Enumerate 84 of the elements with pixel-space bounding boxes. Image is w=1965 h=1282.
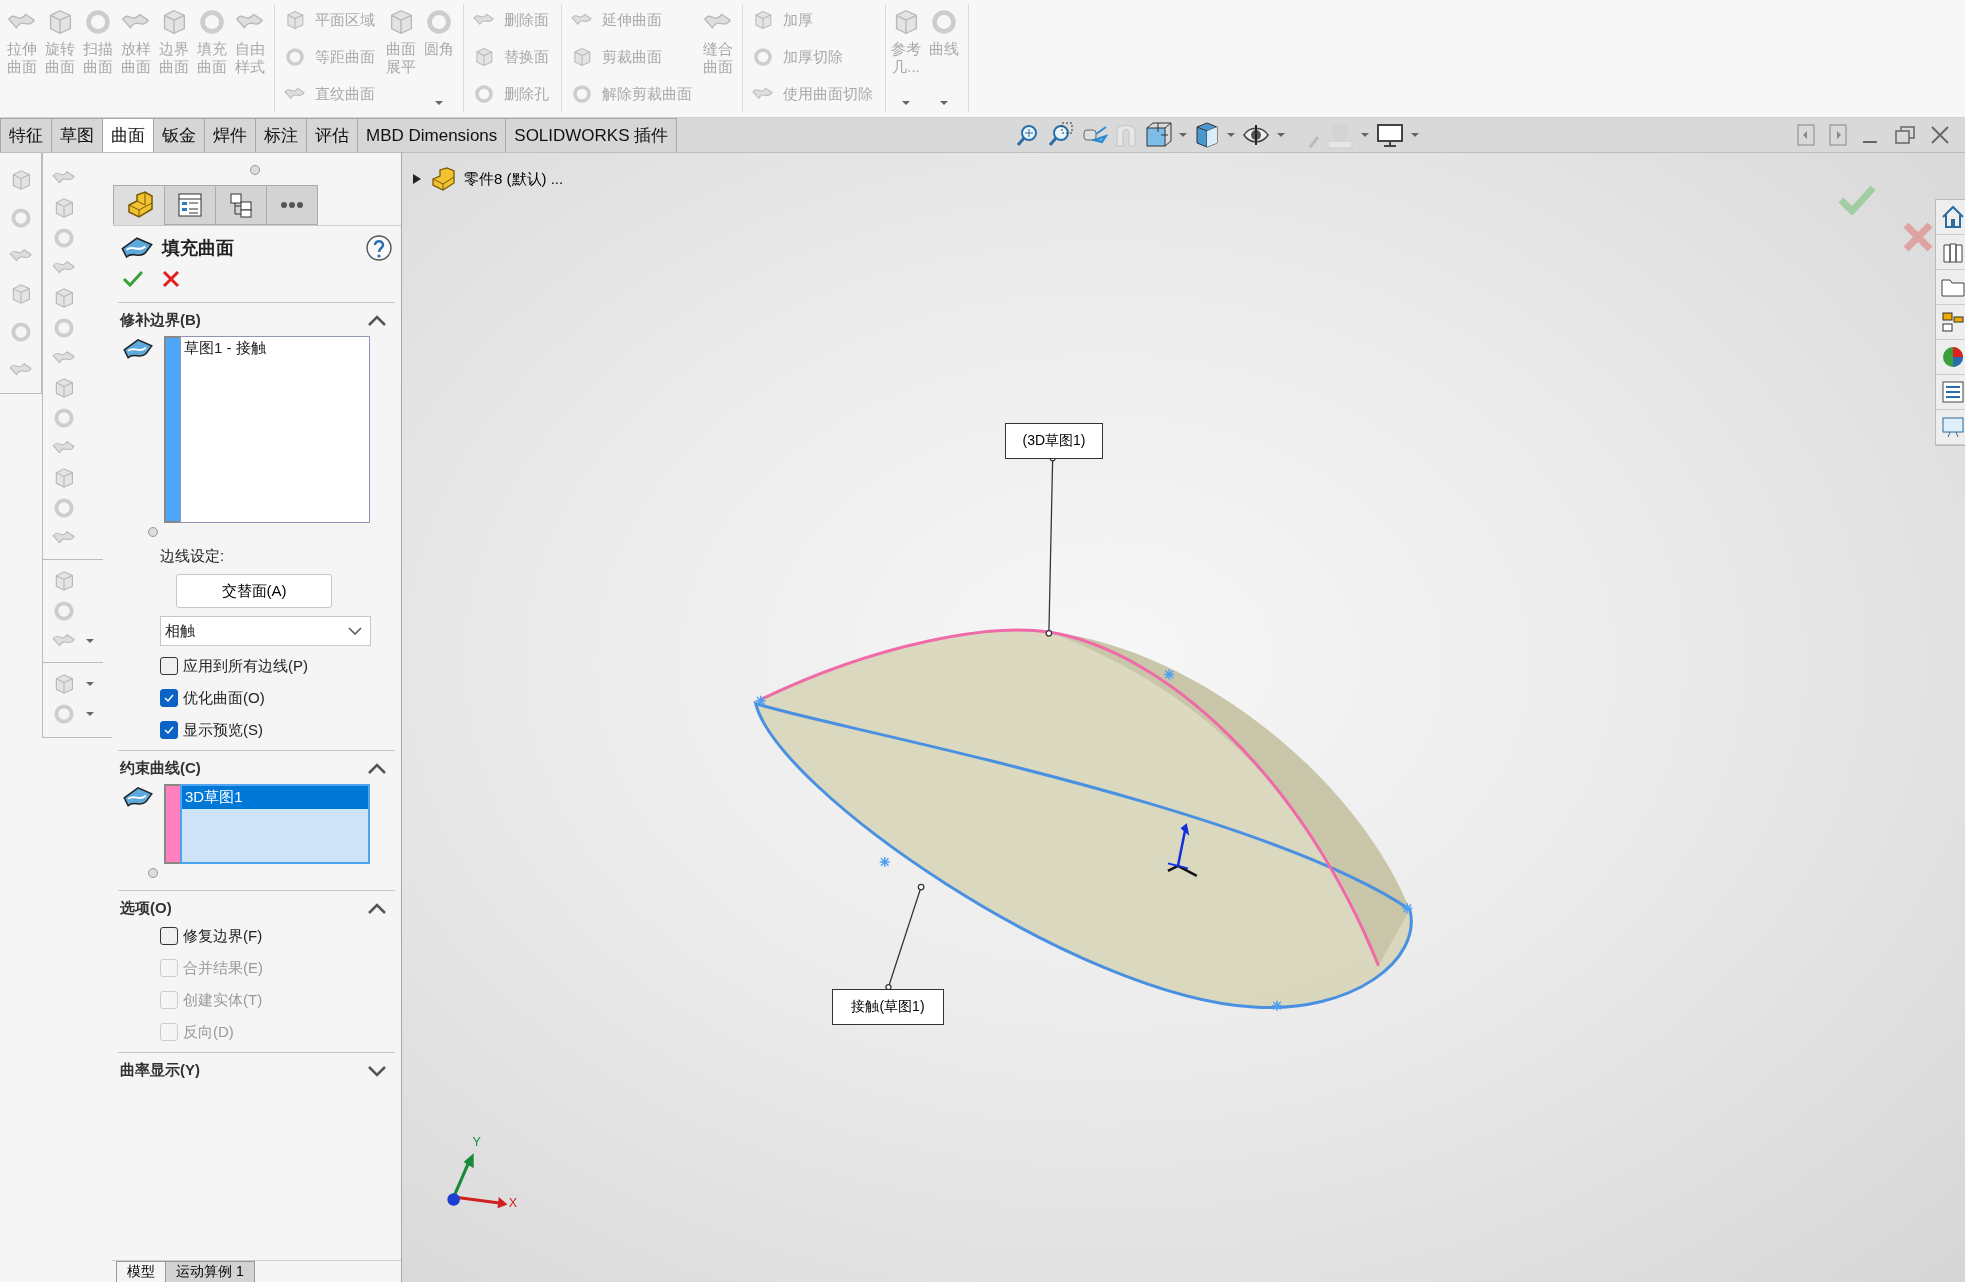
help-icon[interactable] — [365, 234, 393, 262]
close-icon[interactable] — [1929, 125, 1950, 145]
dropdown[interactable]: 相触 — [160, 616, 371, 646]
caret-icon[interactable] — [1178, 132, 1188, 138]
panel-tab[interactable] — [164, 185, 216, 225]
point-marker — [754, 695, 767, 707]
axis-triad-drawing — [447, 1153, 508, 1209]
section-title: 约束曲线(C) — [120, 759, 201, 778]
caret-icon[interactable] — [85, 638, 95, 644]
tile-left-icon[interactable] — [1797, 124, 1816, 146]
caret-icon[interactable] — [1226, 132, 1236, 138]
cube-icon[interactable] — [1194, 121, 1220, 149]
caret-icon[interactable] — [1276, 132, 1286, 138]
more-icon — [280, 201, 304, 209]
list-item[interactable]: 3D草图1 — [182, 786, 368, 809]
checkbox-label: 反向(D) — [183, 1022, 234, 1042]
color-wheel-icon[interactable] — [1940, 344, 1965, 370]
list-item[interactable]: 草图1 - 接触 — [181, 337, 369, 360]
part-icon — [430, 167, 456, 191]
caret-icon[interactable] — [85, 681, 95, 687]
tab[interactable]: SOLIDWORKS 插件 — [505, 118, 678, 152]
list-icon — [177, 192, 203, 218]
close-icon[interactable] — [162, 270, 180, 288]
tab[interactable]: 特征 — [0, 118, 52, 152]
tile-right-icon[interactable] — [1829, 124, 1848, 146]
checkbox-label: 优化曲面(O) — [183, 688, 265, 708]
display-icon[interactable] — [1940, 414, 1965, 440]
tab[interactable]: 曲面 — [102, 118, 154, 152]
resize-handle[interactable] — [148, 527, 158, 537]
tree-label[interactable]: 零件8 (默认) ... — [464, 169, 564, 189]
tree-icon — [228, 192, 254, 218]
point-marker — [1163, 668, 1175, 681]
part-icon — [125, 191, 153, 219]
panel-tab[interactable] — [215, 185, 267, 225]
selection-list[interactable]: 草图1 - 接触 — [180, 336, 370, 523]
expand-icon[interactable] — [367, 1064, 387, 1077]
expand-arrow-icon[interactable] — [412, 173, 422, 185]
zoom-area-icon[interactable] — [1048, 122, 1074, 148]
point-marker — [1271, 1000, 1283, 1012]
checkbox[interactable] — [160, 657, 178, 675]
chart-icon[interactable] — [1940, 309, 1965, 335]
panel-title: 填充曲面 — [162, 237, 235, 260]
cube-icon[interactable] — [1144, 121, 1172, 149]
point-marker — [1401, 902, 1414, 915]
resize-handle[interactable] — [148, 868, 158, 878]
checkbox-label: 应用到所有边线(P) — [183, 656, 308, 676]
axis-label: Y — [472, 1134, 481, 1149]
checkbox-label: 创建实体(T) — [183, 990, 263, 1010]
section-title: 选项(O) — [120, 899, 172, 918]
tab[interactable]: 运动算例 1 — [165, 1261, 255, 1282]
caret-icon[interactable] — [1410, 132, 1420, 138]
eye-icon[interactable] — [1242, 124, 1270, 146]
list-icon[interactable] — [1940, 379, 1965, 405]
callout-label: 接触(草图1) — [832, 989, 944, 1025]
restore-icon[interactable] — [1893, 124, 1916, 146]
origin-triad-drawing — [1166, 823, 1199, 878]
monitor-icon[interactable] — [1376, 122, 1404, 148]
checkbox[interactable] — [160, 689, 178, 707]
checkbox-label: 合并结果(E) — [183, 958, 263, 978]
collapse-icon[interactable] — [367, 762, 387, 775]
panel-tab[interactable] — [113, 185, 165, 225]
panel-tab[interactable] — [266, 185, 318, 225]
chevron-down-icon — [348, 627, 362, 635]
point-marker — [878, 856, 891, 868]
checkbox[interactable] — [160, 721, 178, 739]
collapse-icon[interactable] — [367, 314, 387, 327]
checkbox[interactable] — [160, 927, 178, 945]
caret-icon[interactable] — [85, 711, 95, 717]
home-icon[interactable] — [1940, 204, 1965, 230]
section-title: 修补边界(B) — [120, 311, 201, 330]
resize-handle[interactable] — [250, 165, 260, 175]
axis-label: X — [508, 1196, 518, 1210]
check-icon[interactable] — [122, 270, 144, 288]
collapse-icon[interactable] — [367, 902, 387, 915]
alternate-face-button[interactable]: 交替面(A) — [176, 574, 332, 608]
checkbox-label: 修复边界(F) — [183, 926, 263, 946]
tab[interactable]: 模型 — [116, 1261, 166, 1282]
selection-list[interactable]: 3D草图1 — [180, 784, 370, 864]
checkbox-label: 显示预览(S) — [183, 720, 263, 740]
callout-label: (3D草图1) — [1005, 423, 1103, 459]
section-title: 曲率显示(Y) — [120, 1061, 200, 1080]
cylinder-icon[interactable] — [1114, 122, 1138, 148]
field-label: 边线设定: — [160, 547, 225, 566]
caret-icon[interactable] — [1360, 132, 1370, 138]
